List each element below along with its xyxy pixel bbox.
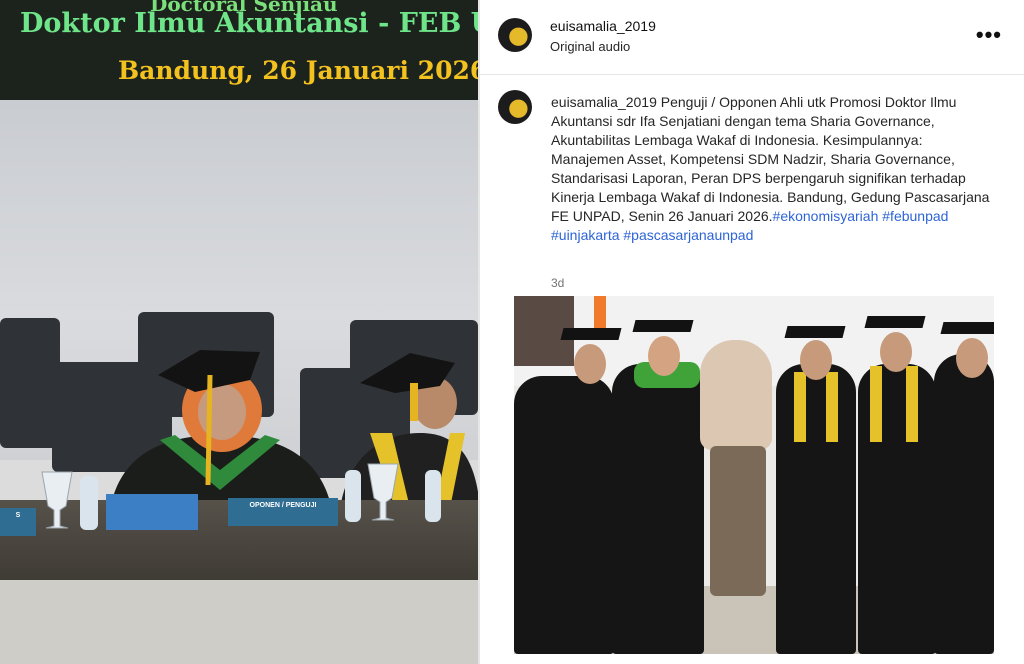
post-caption: euisamalia_2019 Penguji / Opponen Ahli u… <box>551 93 991 245</box>
hashtag[interactable]: #uinjakarta <box>551 227 620 243</box>
mortarboard <box>632 320 694 332</box>
graduate-face <box>574 344 606 384</box>
nameplate: OPONEN / PENGUJI <box>228 498 338 526</box>
caption-text: Penguji / Opponen Ahli utk Promosi Dokto… <box>551 94 990 224</box>
hashtag[interactable]: #pascasarjanaunpad <box>623 227 753 243</box>
yellow-stole <box>906 366 918 442</box>
graduate-figure <box>934 354 994 654</box>
examiner-photo-1 <box>110 350 332 510</box>
graduate-figure <box>514 376 614 654</box>
mortarboard <box>560 328 622 340</box>
nameplate: S <box>0 508 36 536</box>
original-audio-link[interactable]: Original audio <box>550 39 630 54</box>
mortarboard <box>784 326 846 338</box>
video-player[interactable]: Doctoral Senjiau Doktor Ilmu Akuntansi -… <box>0 0 478 664</box>
yellow-stole <box>826 372 838 442</box>
post-age[interactable]: 3d <box>551 276 564 290</box>
hashtag[interactable]: #febunpad <box>882 208 948 224</box>
water-glass <box>40 470 74 530</box>
chair <box>0 318 60 448</box>
water-bottle <box>345 470 361 522</box>
led-screen-title: Doktor Ilmu Akuntansi - FEB Un <box>20 8 478 39</box>
photo-wall-accent <box>594 296 606 330</box>
post-header: euisamalia_2019 Original audio ••• <box>480 0 1024 75</box>
water-bottle <box>425 470 441 522</box>
graduate-figure <box>776 364 856 654</box>
graduate-figure <box>612 364 704 654</box>
mortarboard <box>864 316 926 328</box>
floor <box>0 580 478 664</box>
led-screen: Doctoral Senjiau Doktor Ilmu Akuntansi -… <box>0 0 478 100</box>
graduate-face <box>956 338 988 378</box>
graduate-face <box>800 340 832 380</box>
author-username[interactable]: euisamalia_2019 <box>550 18 656 34</box>
graduate-face <box>880 332 912 372</box>
batik-skirt <box>710 446 766 596</box>
yellow-stole <box>870 366 882 442</box>
tissue-box <box>106 494 198 530</box>
post-photo[interactable] <box>514 296 994 654</box>
avatar[interactable] <box>498 18 532 52</box>
caption-username[interactable]: euisamalia_2019 <box>551 94 657 110</box>
post-panel: euisamalia_2019 Original audio ••• euisa… <box>480 0 1024 664</box>
water-glass <box>366 462 400 522</box>
yellow-stole <box>794 372 806 442</box>
mortarboard <box>940 322 994 334</box>
more-horizontal-icon[interactable]: ••• <box>976 22 1002 48</box>
hijab-figure <box>700 340 772 450</box>
water-bottle <box>80 476 98 530</box>
led-screen-date: Bandung, 26 Januari 2026 <box>118 56 478 85</box>
avatar[interactable] <box>498 90 532 124</box>
graduate-face <box>648 336 680 376</box>
hashtag[interactable]: #ekonomisyariah <box>773 208 879 224</box>
